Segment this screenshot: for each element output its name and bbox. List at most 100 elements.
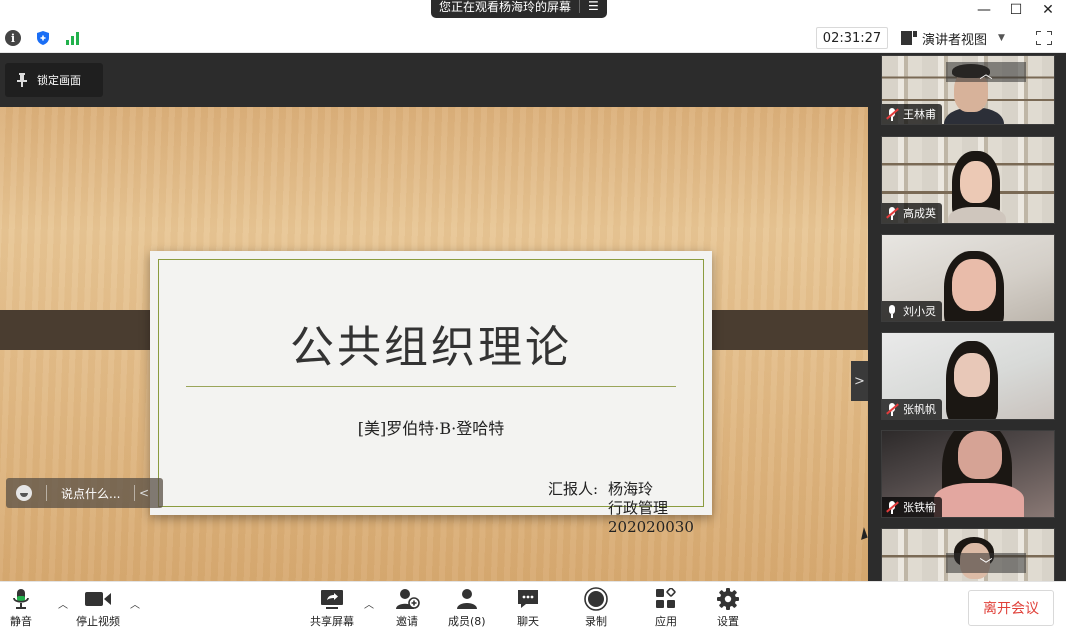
participant-tile[interactable]: 张帆帆 <box>881 332 1055 420</box>
slide-title: 公共组织理论 <box>290 322 572 373</box>
chevron-left-icon[interactable]: < <box>139 486 149 500</box>
record-button[interactable]: 录制 <box>584 587 608 629</box>
participant-name-tag: 王林甫 <box>882 104 942 124</box>
pin-icon <box>17 73 27 87</box>
participant-name: 张帆帆 <box>903 403 936 416</box>
participant-video <box>952 259 996 311</box>
chat-bubble-icon <box>516 588 540 610</box>
participants-label: 成员(8) <box>448 615 486 628</box>
chat-label: 聊天 <box>517 615 539 628</box>
view-mode-label: 演讲者视图 <box>922 32 988 48</box>
participants-button[interactable]: 成员(8) <box>448 588 486 629</box>
stop-video-label: 停止视频 <box>76 615 120 628</box>
mic-icon <box>886 304 898 318</box>
toggle-gallery-button[interactable]: > <box>851 361 868 401</box>
participant-name: 刘小灵 <box>903 305 936 318</box>
title-divider <box>186 386 676 387</box>
mute-button[interactable]: 静音 <box>10 588 32 629</box>
close-button[interactable]: ✕ <box>1030 0 1066 20</box>
status-bar: i 02:31:27 演讲者视图 ▼ <box>0 23 1066 53</box>
record-label: 录制 <box>585 615 607 628</box>
info-icon[interactable]: i <box>5 30 21 46</box>
shared-screen-stage: 锁定画面 公共组织理论 [美]罗伯特·B·登哈特 汇报人: 杨海玲 行政管理 2… <box>0 53 868 581</box>
apps-button[interactable]: 应用 <box>654 588 678 629</box>
participant-tile[interactable]: ︿ 王林甫 <box>881 55 1055 125</box>
invite-label: 邀请 <box>396 615 418 628</box>
record-icon <box>584 587 608 611</box>
mic-muted-icon <box>886 402 899 416</box>
emoji-icon[interactable] <box>16 485 32 501</box>
participant-name-tag: 刘小灵 <box>882 301 942 321</box>
maximize-button[interactable]: ☐ <box>998 0 1034 20</box>
minimize-button[interactable]: — <box>966 0 1002 20</box>
share-options-caret[interactable]: ︿ <box>364 596 374 611</box>
participant-name-tag: 张帆帆 <box>882 399 942 419</box>
participant-video <box>958 431 1002 479</box>
quick-chat-box[interactable]: 说点什么... < <box>6 478 163 508</box>
meeting-toolbar: 静音 ︿ 停止视频 ︿ 共享屏幕 ︿ 邀请 成员(8) 聊天 录制 应用 设置 … <box>0 581 1066 637</box>
mute-label: 静音 <box>10 615 32 628</box>
scroll-up-button[interactable]: ︿ <box>946 62 1026 82</box>
gear-icon <box>716 588 740 610</box>
meeting-window: 您正在观看杨海玲的屏幕 ☰ — ☐ ✕ i 02:31:27 演讲者视图 ▼ 锁… <box>0 0 1066 637</box>
microphone-icon <box>11 588 31 610</box>
participants-icon <box>455 588 479 610</box>
participant-gallery: ︿ 王林甫 高成英 刘小灵 张帆帆 张铁榆 ﹀ <box>868 53 1066 581</box>
fullscreen-icon[interactable] <box>1036 31 1052 45</box>
apps-label: 应用 <box>655 615 677 628</box>
participant-tile[interactable]: 张铁榆 <box>881 430 1055 518</box>
meeting-timer: 02:31:27 <box>816 27 888 49</box>
screen-share-banner[interactable]: 您正在观看杨海玲的屏幕 ☰ <box>431 0 607 18</box>
reporter-info: 汇报人: 杨海玲 行政管理 202020030 <box>548 480 694 537</box>
menu-icon[interactable]: ☰ <box>588 0 599 13</box>
leave-meeting-button[interactable]: 离开会议 <box>968 590 1054 626</box>
chevron-down-icon: ▼ <box>998 33 1005 43</box>
lock-screen-label: 锁定画面 <box>37 74 81 87</box>
quick-chat-placeholder: 说点什么... <box>61 486 121 501</box>
title-card-border <box>158 259 704 507</box>
participant-video <box>960 161 992 203</box>
slide-decor-right <box>692 310 868 350</box>
mic-muted-icon <box>886 107 899 121</box>
participant-name-tag: 高成英 <box>882 203 942 223</box>
slide-author: [美]罗伯特·B·登哈特 <box>357 419 505 438</box>
share-screen-button[interactable]: 共享屏幕 <box>310 588 354 629</box>
video-camera-icon <box>83 588 113 610</box>
chat-divider <box>46 485 47 501</box>
participant-tile[interactable]: ﹀ <box>881 528 1055 581</box>
participant-name: 张铁榆 <box>903 501 936 514</box>
settings-button[interactable]: 设置 <box>716 588 740 629</box>
presentation-slide: 公共组织理论 [美]罗伯特·B·登哈特 汇报人: 杨海玲 行政管理 202020… <box>0 107 868 581</box>
reporter-name: 杨海玲 <box>608 480 654 498</box>
chat-divider-2 <box>134 485 136 501</box>
video-options-caret[interactable]: ︿ <box>130 596 140 611</box>
share-screen-icon <box>319 588 345 610</box>
participant-name-tag: 张铁榆 <box>882 497 942 517</box>
title-bar: 您正在观看杨海玲的屏幕 ☰ — ☐ ✕ <box>0 0 1066 23</box>
audio-options-caret[interactable]: ︿ <box>58 596 68 611</box>
shield-icon[interactable] <box>35 30 51 46</box>
sharing-banner-text: 您正在观看杨海玲的屏幕 <box>439 0 572 14</box>
view-mode-dropdown[interactable]: 演讲者视图 ▼ <box>901 27 1005 49</box>
lock-screen-button[interactable]: 锁定画面 <box>5 63 103 97</box>
add-user-icon <box>394 588 420 610</box>
participant-video <box>954 353 990 397</box>
participant-tile[interactable]: 刘小灵 <box>881 234 1055 322</box>
banner-divider <box>579 0 581 13</box>
stop-video-button[interactable]: 停止视频 <box>76 588 120 629</box>
participant-tile[interactable]: 高成英 <box>881 136 1055 224</box>
participant-name: 王林甫 <box>903 108 936 121</box>
slide-decor-left <box>0 310 170 350</box>
mic-muted-icon <box>886 500 899 514</box>
signal-strength-icon[interactable] <box>66 31 82 45</box>
share-screen-label: 共享屏幕 <box>310 615 354 628</box>
scroll-down-button[interactable]: ﹀ <box>946 553 1026 573</box>
apps-icon <box>654 588 678 610</box>
reporter-student-id: 202020030 <box>608 518 694 536</box>
invite-button[interactable]: 邀请 <box>394 588 420 629</box>
reporter-label: 汇报人: <box>548 480 599 498</box>
participant-name: 高成英 <box>903 207 936 220</box>
title-card: 公共组织理论 [美]罗伯特·B·登哈特 <box>150 251 712 515</box>
chat-button[interactable]: 聊天 <box>516 588 540 629</box>
mic-muted-icon <box>886 206 899 220</box>
